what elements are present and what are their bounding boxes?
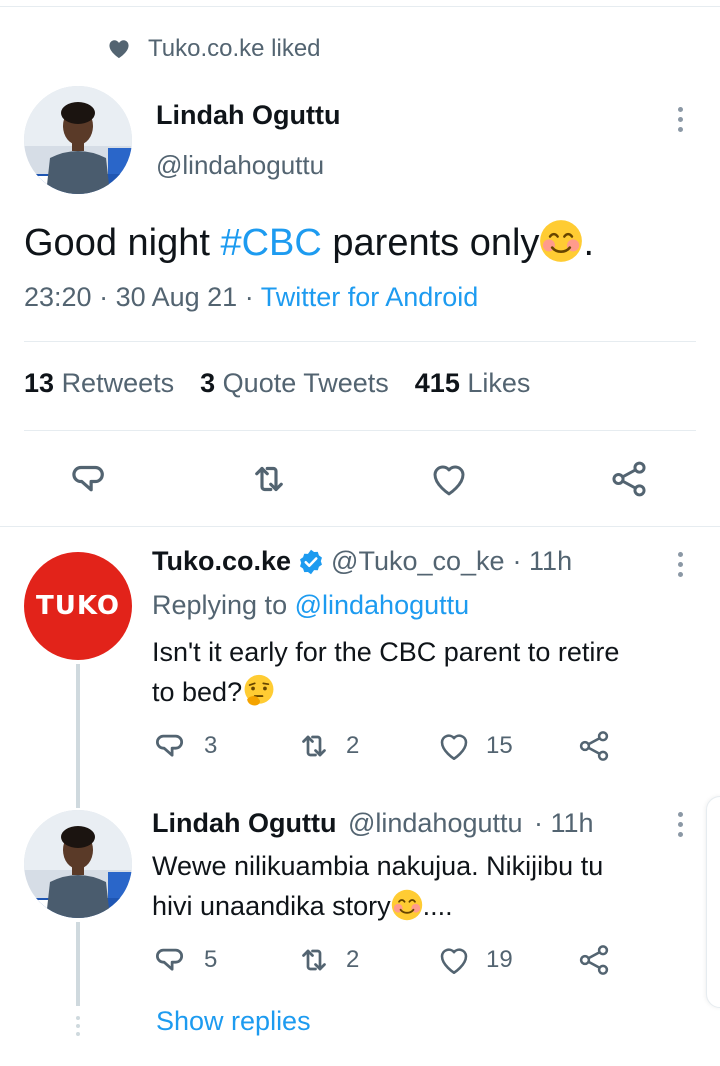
reply-author-name[interactable]: Lindah Oguttu [152, 808, 336, 838]
tweet-stats: 13 Retweets 3 Quote Tweets 415 Likes [24, 368, 530, 399]
show-replies-link[interactable]: Show replies [156, 1006, 311, 1037]
tuko-logo-text: TUKO [36, 591, 120, 621]
reply-text: Isn't it early for the CBC parent to ret… [152, 632, 619, 712]
share-button[interactable] [576, 942, 612, 978]
retweet-count: 2 [346, 732, 360, 759]
retweet-button[interactable]: 2 [296, 728, 359, 764]
quote-tweets-stat[interactable]: 3 Quote Tweets [200, 368, 389, 399]
reply-author-avatar[interactable] [24, 810, 132, 918]
retweets-label: Retweets [61, 368, 175, 398]
reply-icon [154, 728, 190, 764]
tweet-date[interactable]: 30 Aug 21 [116, 282, 238, 312]
smiling-face-emoji-icon [391, 889, 423, 921]
author-avatar[interactable] [24, 86, 132, 194]
reply-count: 3 [204, 732, 218, 759]
like-button[interactable]: 19 [436, 942, 513, 978]
reply-time[interactable]: · 11h [513, 546, 573, 577]
retweet-icon[interactable] [248, 458, 290, 500]
retweet-icon [296, 728, 332, 764]
reply-text-line: Wewe nilikuambia nakujua. Nikijibu tu [152, 851, 604, 881]
reply-author-name[interactable]: Tuko.co.ke [152, 546, 291, 577]
tweet-time[interactable]: 23:20 [24, 282, 92, 312]
reply-button[interactable]: 5 [154, 942, 217, 978]
tweet-source-link[interactable]: Twitter for Android [261, 282, 479, 312]
retweet-icon [296, 942, 332, 978]
like-count: 19 [486, 946, 513, 973]
reply-text-line: hivi unaandika story [152, 891, 391, 921]
reply-icon [154, 942, 190, 978]
retweet-button[interactable]: 2 [296, 942, 359, 978]
social-context: Tuko.co.ke liked [108, 32, 321, 66]
quote-tweets-label: Quote Tweets [222, 368, 389, 398]
likes-label: Likes [467, 368, 531, 398]
retweets-stat[interactable]: 13 Retweets [24, 368, 174, 399]
share-button[interactable] [576, 728, 612, 764]
divider [24, 341, 696, 342]
top-divider [0, 6, 720, 7]
like-button[interactable]: 15 [436, 728, 513, 764]
hashtag-link[interactable]: #CBC [220, 222, 321, 264]
reply-author-handle[interactable]: @lindahoguttu [348, 808, 523, 838]
section-divider [0, 526, 720, 527]
retweet-count: 2 [346, 946, 360, 973]
tuko-avatar[interactable]: TUKO [24, 552, 132, 660]
social-context-text: Tuko.co.ke liked [148, 35, 321, 62]
heart-icon [109, 40, 129, 59]
divider [24, 430, 696, 431]
replying-to-label: Replying to [152, 590, 295, 620]
thread-dots [76, 1016, 80, 1036]
reply-header: Lindah Oguttu @lindahoguttu · 11h [152, 808, 594, 839]
reply-time[interactable]: · 11h [534, 808, 594, 838]
share-icon [576, 728, 612, 764]
quote-tweets-count: 3 [200, 368, 216, 398]
tweet-text: Good night #CBC parents only. [24, 222, 594, 265]
likes-count: 415 [414, 368, 460, 398]
like-icon [436, 942, 472, 978]
more-options-icon[interactable] [676, 107, 684, 132]
reply-text-trailing: .... [422, 891, 453, 921]
tweet-meta: 23:20 · 30 Aug 21 · Twitter for Android [24, 282, 479, 312]
reply-count: 5 [204, 946, 218, 973]
more-options-icon[interactable] [676, 812, 684, 837]
edge-panel-handle[interactable] [706, 796, 720, 1008]
replying-to-link[interactable]: @lindahoguttu [295, 590, 470, 620]
more-options-icon[interactable] [676, 552, 684, 577]
smiling-face-emoji-icon [539, 219, 583, 263]
reply-header: Tuko.co.ke @Tuko_co_ke · 11h [152, 546, 572, 577]
tweet-text-start: Good night [24, 222, 221, 264]
reply-icon[interactable] [70, 458, 112, 500]
tweet-text-end: parents only [321, 222, 540, 264]
like-icon [436, 728, 472, 764]
replying-to: Replying to @lindahoguttu [152, 590, 469, 621]
author-handle[interactable]: @lindahoguttu [156, 150, 324, 181]
main-action-bar [0, 454, 720, 504]
likes-stat[interactable]: 415 Likes [415, 368, 531, 399]
reply-action-bar: 3 2 15 [0, 728, 720, 770]
reply-author-handle[interactable]: @Tuko_co_ke [331, 546, 505, 577]
share-icon [576, 942, 612, 978]
tweet-trailing: . [583, 222, 594, 264]
reply-text: Wewe nilikuambia nakujua. Nikijibu tu hi… [152, 846, 603, 926]
retweets-count: 13 [24, 368, 55, 398]
reply-text-line: Isn't it early for the CBC parent to ret… [152, 637, 620, 667]
like-icon[interactable] [428, 458, 470, 500]
verified-badge-icon [300, 549, 323, 574]
reply-text-line: to bed? [152, 677, 243, 707]
share-icon[interactable] [608, 458, 650, 500]
reply-button[interactable]: 3 [154, 728, 217, 764]
thinking-face-emoji-icon [242, 674, 276, 708]
reply-action-bar: 5 2 19 [0, 942, 720, 984]
author-name[interactable]: Lindah Oguttu [156, 100, 340, 131]
like-count: 15 [486, 732, 513, 759]
